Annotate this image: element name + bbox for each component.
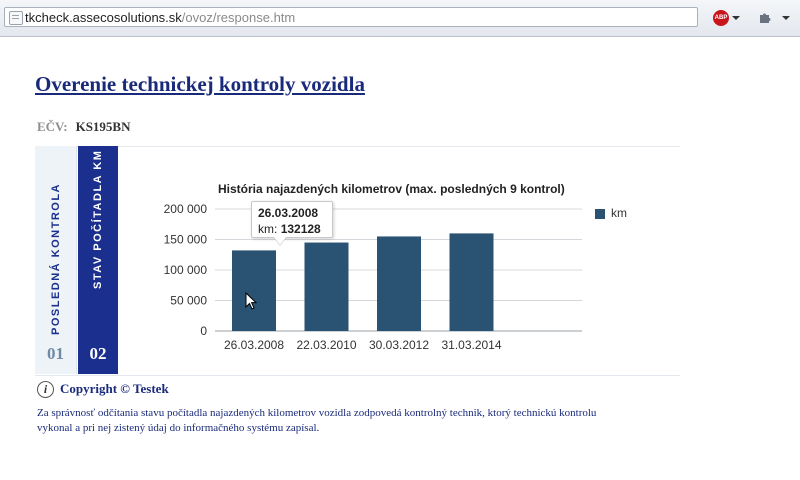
bar-22.03.2010[interactable] <box>304 242 349 331</box>
tab-last-inspection-label: POSLEDNÁ KONTROLA <box>50 183 62 335</box>
ecv-label: EČV: <box>37 119 68 134</box>
x-tick-label: 26.03.2008 <box>224 338 284 352</box>
x-tick-label: 30.03.2012 <box>369 338 429 352</box>
y-tick-label: 150 000 <box>164 233 208 247</box>
copyright-row: i Copyright © Testek <box>37 380 169 398</box>
tab-odometer-state-number: 02 <box>89 344 107 363</box>
chevron-down-icon[interactable] <box>782 16 790 20</box>
legend-label-km[interactable]: km <box>611 206 627 220</box>
chart-tooltip: 26.03.2008 km: 132128 <box>251 201 333 238</box>
ecv-value: KS195BN <box>75 119 131 134</box>
bar-26.03.2008[interactable] <box>232 250 276 331</box>
y-tick-label: 200 000 <box>164 202 208 216</box>
browser-toolbar: tkcheck.assecosolutions.sk/ovoz/response… <box>0 0 800 37</box>
chart-title: História najazdených kilometrov (max. po… <box>218 182 565 196</box>
page-icon <box>9 11 23 25</box>
adblock-label: ABP <box>714 15 728 21</box>
tooltip-value: 132128 <box>280 222 321 236</box>
tab-last-inspection-number: 01 <box>47 344 64 363</box>
url-text: tkcheck.assecosolutions.sk/ovoz/response… <box>25 8 295 28</box>
ecv-row: EČV: KS195BN <box>37 119 131 135</box>
url-path: /ovoz/response.htm <box>181 10 296 25</box>
tooltip-label: km: <box>258 222 278 236</box>
copyright-text: Copyright © Testek <box>60 381 169 397</box>
legend-swatch-km <box>595 209 605 219</box>
mouse-cursor-icon <box>245 292 257 310</box>
url-host: tkcheck.assecosolutions.sk <box>25 10 182 25</box>
y-tick-label: 50 000 <box>170 294 207 308</box>
x-tick-label: 22.03.2010 <box>296 338 356 352</box>
tab-odometer-state-label: STAV POČÍTADLA KM <box>92 149 104 289</box>
page-title[interactable]: Overenie technickej kontroly vozidla <box>35 72 365 97</box>
tooltip-date: 26.03.2008 <box>258 206 319 220</box>
puzzle-icon[interactable] <box>758 10 772 24</box>
tab-last-inspection[interactable]: POSLEDNÁ KONTROLA 01 <box>35 146 77 374</box>
y-tick-label: 100 000 <box>164 263 208 277</box>
disclaimer-note: Za správnosť odčítania stavu počítadla n… <box>37 407 597 434</box>
tooltip-value-row: km: 132128 <box>258 221 332 237</box>
chevron-down-icon[interactable] <box>732 16 740 20</box>
x-tick-label: 31.03.2014 <box>441 338 501 352</box>
y-tick-label: 0 <box>200 324 207 338</box>
tab-odometer-state[interactable]: STAV POČÍTADLA KM 02 <box>78 146 118 374</box>
bar-30.03.2012[interactable] <box>377 236 421 331</box>
adblock-icon[interactable]: ABP <box>713 10 729 26</box>
bar-31.03.2014[interactable] <box>449 233 494 331</box>
info-icon: i <box>37 380 54 398</box>
mileage-chart: História najazdených kilometrov (max. po… <box>164 182 582 352</box>
address-bar[interactable]: tkcheck.assecosolutions.sk/ovoz/response… <box>4 7 698 27</box>
